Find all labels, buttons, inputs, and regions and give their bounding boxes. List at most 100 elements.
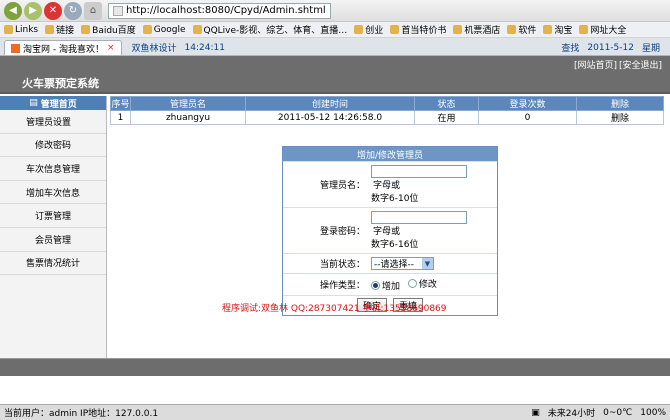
sidebar-item-change-password[interactable]: 修改密码 [0,134,106,158]
back-icon[interactable]: ◀ [4,1,22,20]
radio-checked-icon[interactable] [371,281,380,290]
sidebar-item-add-train[interactable]: 增加车次信息 [0,181,106,205]
status-label: 当前状态： [319,260,365,270]
sidebar: ▤ 管理首页 管理员设置 修改密码 车次信息管理 增加车次信息 订票管理 会员管… [0,96,107,376]
cell-logins: 0 [478,110,577,125]
bookmark-qqlive[interactable]: QQLive-影视、综艺、体育、直播… [192,23,347,36]
tab-taobao[interactable]: 淘宝网 - 淘我喜欢！ × [4,40,122,55]
footer-band [0,358,670,376]
browser-tabs: 淘宝网 - 淘我喜欢！ × 双鱼林设计 14:24:11 查找 2011-5-1… [0,38,670,56]
password-hint-right: 字母或 [373,227,401,237]
taobao-icon [11,43,20,53]
bookmark-links[interactable]: Links [4,25,38,35]
folder-icon [45,25,55,34]
top-links: [网站首页] [安全退出] [574,58,662,71]
bookmark-baidu[interactable]: Baidu百度 [81,23,136,36]
app-title: 火车票预定系统 [22,77,99,90]
folder-icon [507,25,517,34]
home-icon[interactable]: ⌂ [84,1,102,20]
sidebar-head[interactable]: ▤ 管理首页 [0,96,106,110]
table-header-row: 序号 管理员名 创建时间 状态 登录次数 删除 [110,96,664,111]
tab-right-info: 查找 2011-5-12 星期 [561,42,660,55]
credit-text: 程序调试:双鱼林 QQ:287307421 手机:13558690869 [222,304,447,314]
admin-form: 增加/修改管理员 管理员名： 字母或 数字6-10位 登录密码： 字母或 数字6… [282,146,498,316]
bookmark-taobao[interactable]: 淘宝 [543,23,572,36]
content-area: ▤ 管理首页 管理员设置 修改密码 车次信息管理 增加车次信息 订票管理 会员管… [0,94,670,376]
form-row-name: 管理员名： 字母或 数字6-10位 [283,161,497,207]
stop-icon[interactable]: ✕ [44,1,62,20]
page-icon [354,25,364,34]
network-icon: ▣ [531,407,540,418]
col-logins: 登录次数 [478,96,577,111]
col-name: 管理员名 [130,96,246,111]
bookmarks-bar: Links 链接 Baidu百度 Google QQLive-影视、综艺、体育、… [0,22,670,38]
page-icon [113,5,123,16]
cell-no: 1 [110,110,131,125]
table-row: 1 zhuangyu 2011-05-12 14:26:58.0 在用 0 删除 [110,110,664,125]
name-label: 管理员名： [319,181,365,191]
plane-icon [453,25,463,34]
address-bar[interactable]: http://localhost:8080/Cpyd/Admin.shtml [108,2,331,19]
temperature: 0~0℃ [603,407,633,418]
form-title: 增加/修改管理员 [283,147,497,161]
bookmark-lianjie[interactable]: 链接 [45,23,74,36]
bookmark-chuangye[interactable]: 创业 [354,23,383,36]
radio-modify[interactable]: 修改 [407,277,437,290]
main-panel: 序号 管理员名 创建时间 状态 登录次数 删除 1 zhuangyu 2011-… [110,96,664,316]
password-hint-below: 数字6-16位 [371,240,419,250]
bookmark-books[interactable]: 首当特价书 [390,23,446,36]
bookmark-google[interactable]: Google [142,25,186,35]
bookmark-hao[interactable]: 网址大全 [579,23,626,36]
bookmark-software[interactable]: 软件 [507,23,536,36]
form-row-password: 登录密码： 字母或 数字6-16位 [283,207,497,253]
forward-icon[interactable]: ▶ [24,1,42,20]
optype-label: 操作类型： [319,281,365,291]
sidebar-item-train-manage[interactable]: 车次信息管理 [0,157,106,181]
page-icon [390,25,400,34]
cell-status: 在用 [414,110,479,125]
form-row-status: 当前状态： --请选择-- ▼ [283,253,497,273]
admin-name-input[interactable] [371,165,467,178]
sidebar-item-admin-settings[interactable]: 管理员设置 [0,110,106,134]
col-status: 状态 [414,96,479,111]
google-icon [142,25,152,34]
refresh-icon[interactable]: ↻ [64,1,82,20]
status-bar: 当前用户：admin IP地址：127.0.0.1 ▣ 未来24小时 0~0℃ … [0,404,670,420]
taobao-icon [543,25,553,34]
browser-toolbar: ◀ ▶ ✕ ↻ ⌂ http://localhost:8080/Cpyd/Adm… [0,0,670,22]
radio-add[interactable]: 增加 [371,279,400,292]
cell-name: zhuangyu [130,110,246,125]
sidebar-item-sales-stats[interactable]: 售票情况统计 [0,252,106,276]
sidebar-item-orders[interactable]: 订票管理 [0,204,106,228]
url-text[interactable]: http://localhost:8080/Cpyd/Admin.shtml [126,5,326,16]
form-row-optype: 操作类型： 增加 修改 [283,273,497,295]
qqlive-icon [192,25,202,34]
name-hint-below: 数字6-10位 [371,194,419,204]
col-delete: 删除 [576,96,664,111]
home-link[interactable]: [网站首页] [574,58,617,71]
col-created: 创建时间 [245,96,415,111]
menu-icon: ▤ [29,98,38,108]
cell-created: 2011-05-12 14:26:58.0 [245,110,415,125]
password-input[interactable] [371,211,467,224]
bookmark-tickets[interactable]: 机票酒店 [453,23,500,36]
star-icon [579,25,589,34]
zoom-level[interactable]: 100% [640,408,666,418]
folder-icon [4,25,13,34]
radio-unchecked-icon[interactable] [407,279,417,288]
name-hint-right: 字母或 [373,181,401,191]
weather-forecast[interactable]: 未来24小时 [548,406,595,419]
close-tab-icon[interactable]: × [107,43,115,53]
col-no: 序号 [110,96,131,111]
admin-table: 序号 管理员名 创建时间 状态 登录次数 删除 1 zhuangyu 2011-… [110,96,664,125]
chevron-down-icon[interactable]: ▼ [422,258,433,269]
tab-clock: 双鱼林设计 14:24:11 [131,42,225,55]
sidebar-item-members[interactable]: 会员管理 [0,228,106,252]
delete-link[interactable]: 删除 [576,110,664,125]
status-user-info: 当前用户：admin IP地址：127.0.0.1 [4,409,159,419]
baidu-icon [81,25,91,34]
app-header: [网站首页] [安全退出] 火车票预定系统 [0,56,670,94]
password-label: 登录密码： [319,227,365,237]
status-select[interactable]: --请选择-- ▼ [371,257,434,270]
logout-link[interactable]: [安全退出] [619,58,662,71]
